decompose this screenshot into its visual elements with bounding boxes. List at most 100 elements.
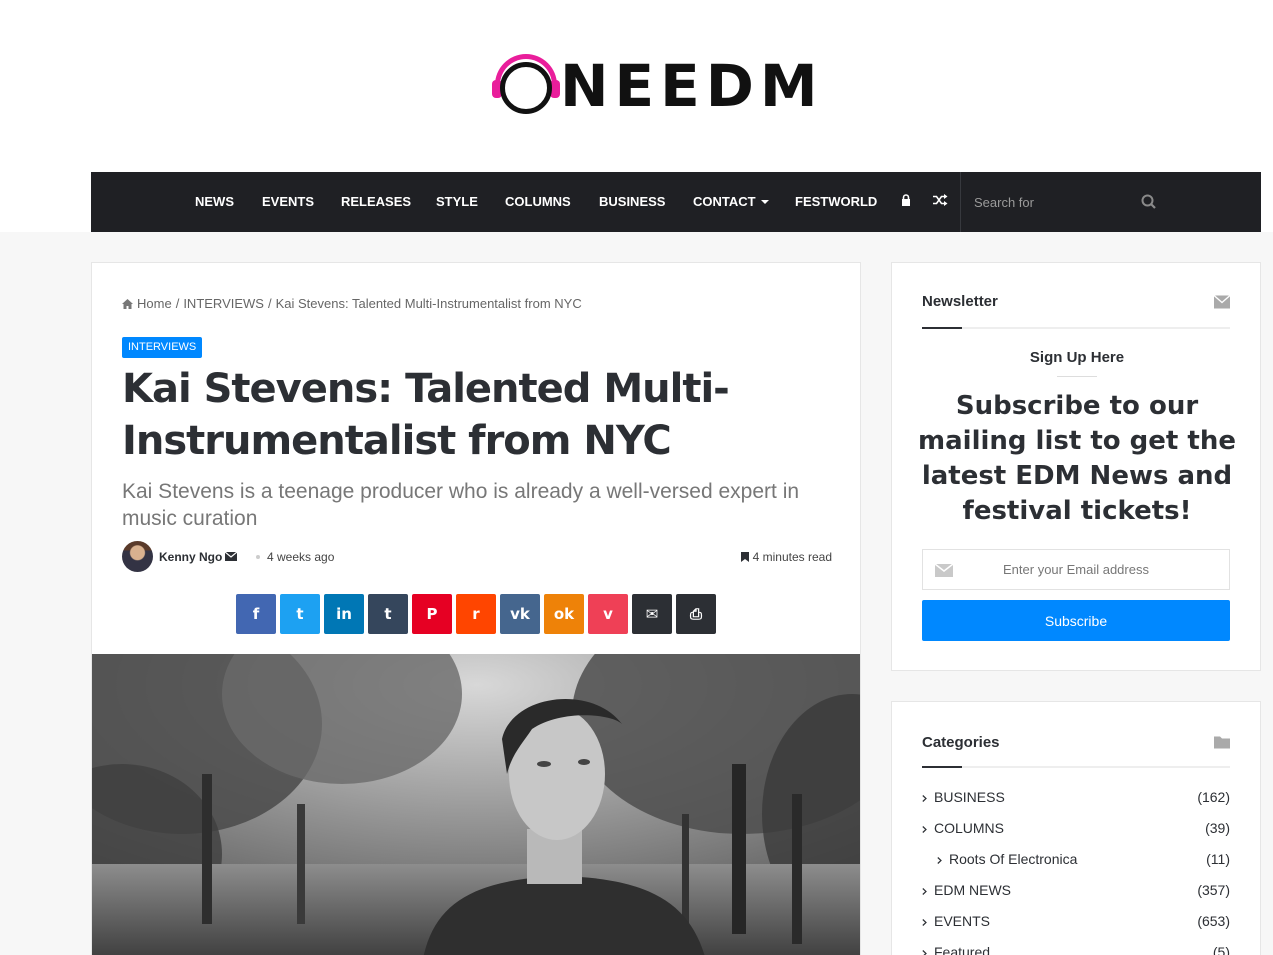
breadcrumb: Home / INTERVIEWS / Kai Stevens: Talented Mu… [122,296,582,311]
widget-title: Newsletter [922,293,998,310]
email-share-button[interactable]: ✉ [632,594,672,634]
nav-style[interactable]: STYLE [436,172,478,232]
signup-heading: Sign Up Here [1029,349,1125,366]
article-meta: Kenny Ngo 4 weeks ago 4 minutes read [122,541,832,573]
folder-icon [1214,736,1230,749]
twitter-icon: t [296,605,304,623]
avatar[interactable] [122,541,153,572]
pocket-icon: v [603,605,613,623]
linkedin-share-button[interactable]: in [324,594,364,634]
category-item[interactable]: COLUMNS (39) [922,820,1230,842]
nav-columns[interactable]: COLUMNS [505,172,571,232]
category-item[interactable]: Featured (5) [922,944,1230,955]
nav-events[interactable]: EVENTS [262,172,314,232]
chevron-right-icon [937,857,942,864]
author-name[interactable]: Kenny Ngo [159,550,222,564]
linkedin-icon: in [336,605,352,623]
newsletter-promo: Subscribe to our mailing list to get the… [918,391,1236,526]
facebook-share-button[interactable]: f [236,594,276,634]
chevron-right-icon [922,888,927,895]
nav-releases[interactable]: RELEASES [341,172,411,232]
vk-share-button[interactable]: vk [500,594,540,634]
breadcrumb-home[interactable]: Home [137,296,172,311]
category-item[interactable]: EVENTS (653) [922,913,1230,935]
category-count: (653) [1197,913,1230,929]
nav-news[interactable]: NEWS [195,172,234,232]
category-count: (11) [1206,851,1230,867]
chevron-right-icon [922,826,927,833]
breadcrumb-section[interactable]: INTERVIEWS [183,296,264,311]
vk-icon: vk [510,605,530,623]
category-label: EVENTS [934,913,991,929]
widget-title-underline [922,327,1230,329]
newsletter-widget: Newsletter Sign Up Here Subscribe to our… [891,262,1261,671]
category-label: BUSINESS [934,789,1005,805]
chevron-down-icon [760,200,769,204]
breadcrumb-current: Kai Stevens: Talented Multi-Instrumental… [275,296,582,311]
featured-photo [92,654,860,955]
nav-contact[interactable]: CONTACT [693,172,769,232]
category-count: (357) [1197,882,1230,898]
twitter-share-button[interactable]: t [280,594,320,634]
article-card: Home / INTERVIEWS / Kai Stevens: Talented Mu… [91,262,861,955]
article-title: Kai Stevens: Talented Multi-Instrumental… [122,366,730,464]
read-time: 4 minutes read [740,550,832,564]
random-icon[interactable] [933,172,948,232]
pinterest-icon: P [426,605,438,623]
category-item[interactable]: BUSINESS (162) [922,789,1230,811]
breadcrumb-separator: / [267,296,272,311]
pinterest-share-button[interactable]: P [412,594,452,634]
widget-title: Categories [922,734,1000,751]
search-icon[interactable] [1139,192,1159,212]
envelope-icon [1214,295,1230,309]
hero-image [92,654,860,955]
email-icon: ✉ [645,605,659,623]
category-label: COLUMNS [934,820,1005,836]
category-label: Featured [934,944,991,955]
post-date: 4 weeks ago [267,550,335,564]
pocket-share-button[interactable]: v [588,594,628,634]
category-item[interactable]: EDM NEWS (357) [922,882,1230,904]
email-input[interactable] [963,550,1189,589]
category-badge[interactable]: INTERVIEWS [122,337,203,358]
lock-icon[interactable] [901,172,911,232]
category-label: EDM NEWS [934,882,1011,898]
email-field[interactable] [922,549,1230,590]
bookmark-icon [740,552,749,562]
article-subtitle: Kai Stevens is a teenage producer who is… [122,480,800,530]
chevron-right-icon [922,919,927,926]
chevron-right-icon [922,795,927,802]
print-share-button[interactable]: ⎙ [676,594,716,634]
envelope-icon[interactable] [225,552,237,561]
main-nav: NEWS EVENTS RELEASES STYLE COLUMNS BUSIN… [91,172,1261,232]
category-count: (5) [1212,944,1230,955]
subscribe-button[interactable]: Subscribe [922,600,1230,641]
facebook-icon: f [252,605,260,623]
reddit-icon: r [472,605,480,623]
reddit-share-button[interactable]: r [456,594,496,634]
tumblr-share-button[interactable]: t [368,594,408,634]
home-icon [122,299,133,309]
meta-dot [256,555,260,559]
nav-festworld[interactable]: FESTWORLD [795,172,877,232]
odnoklassniki-icon: ok [553,605,575,623]
signup-divider [1057,376,1097,377]
chevron-right-icon [922,950,927,955]
print-icon: ⎙ [689,605,702,623]
categories-widget: Categories BUSINESS (162) COLUMNS (39) Roots… [891,701,1261,955]
tumblr-icon: t [384,605,392,623]
envelope-icon [935,564,953,577]
odnoklassniki-share-button[interactable]: ok [544,594,584,634]
nav-contact-label: CONTACT [693,194,756,209]
nav-business[interactable]: BUSINESS [599,172,665,232]
widget-title-underline [922,766,1230,768]
breadcrumb-separator: / [175,296,180,311]
category-label: Roots Of Electronica [949,851,1078,867]
category-item[interactable]: Roots Of Electronica (11) [922,851,1230,873]
category-count: (39) [1205,820,1230,836]
category-count: (162) [1197,789,1230,805]
read-time-label: 4 minutes read [752,550,832,564]
site-logo[interactable]: NEEDM [492,52,854,120]
logo-o [500,62,552,114]
logo-wordmark: NEEDM [560,52,824,120]
